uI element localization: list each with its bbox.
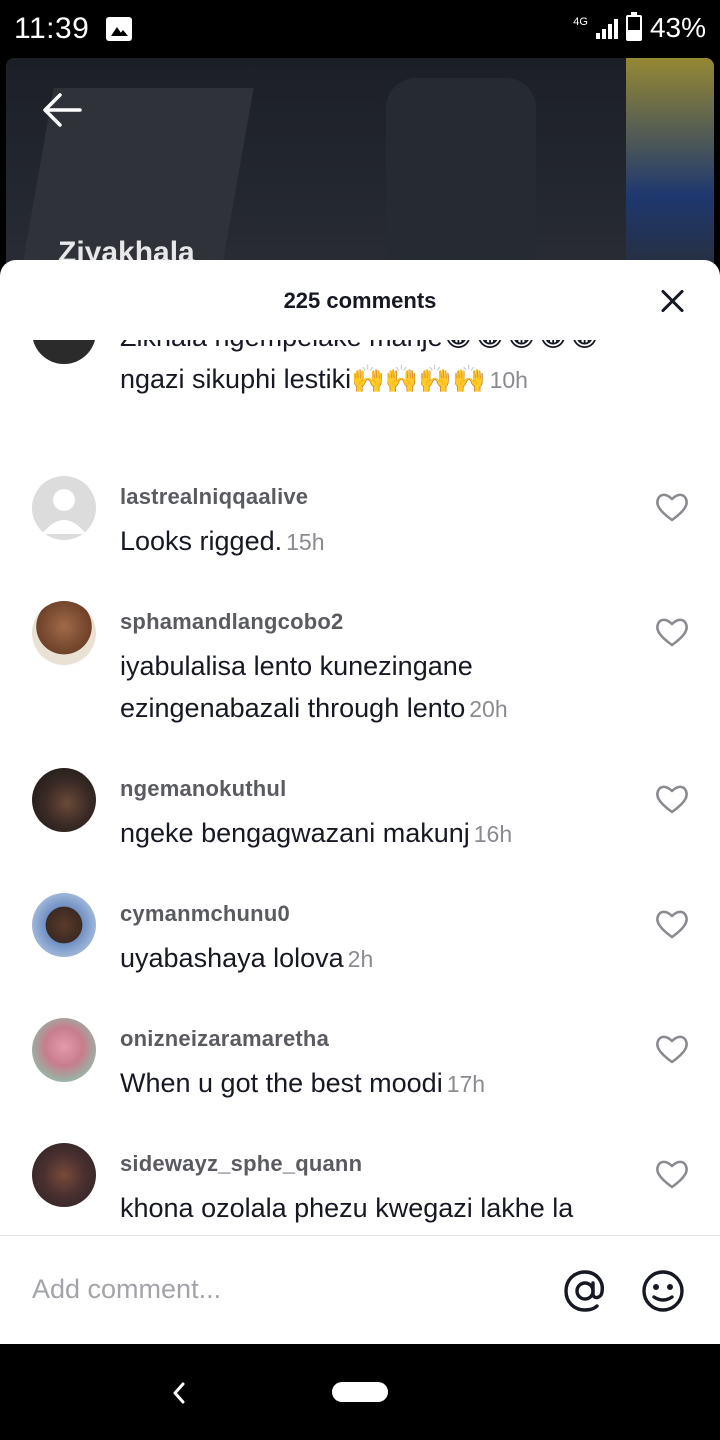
system-nav-bar bbox=[0, 1344, 720, 1440]
comment-text: Zikhala ngempelake manje😂😂😂😂😂ngazi sikup… bbox=[120, 340, 600, 394]
sheet-header: 225 comments bbox=[0, 260, 720, 340]
network-type: 4G bbox=[573, 16, 588, 28]
back-arrow-icon[interactable] bbox=[40, 88, 84, 132]
at-icon[interactable] bbox=[562, 1268, 608, 1314]
comment-time: 16h bbox=[473, 821, 513, 847]
emoji-icon[interactable] bbox=[640, 1268, 686, 1314]
comment-username[interactable]: ngemanokuthul bbox=[120, 776, 286, 802]
heart-icon[interactable] bbox=[654, 907, 690, 941]
avatar[interactable] bbox=[32, 768, 96, 832]
avatar[interactable] bbox=[32, 601, 96, 665]
status-indicators: 4G 43% bbox=[573, 12, 706, 44]
comment-input-bar: Add comment... bbox=[0, 1235, 720, 1344]
heart-icon[interactable] bbox=[654, 615, 690, 649]
status-bar: 11:39 4G 43% bbox=[0, 0, 720, 60]
avatar[interactable] bbox=[32, 476, 96, 540]
comment-text: khona ozolala phezu kwegazi lakhe la bbox=[120, 1193, 574, 1223]
close-icon[interactable] bbox=[660, 288, 686, 314]
comments-list[interactable]: Zikhala ngempelake manje😂😂😂😂😂ngazi sikup… bbox=[0, 340, 720, 1234]
comment-text: ngeke bengagwazani makunj 16h bbox=[120, 818, 513, 848]
battery-percent: 43% bbox=[649, 12, 706, 43]
comment-username[interactable]: sidewayz_sphe_quann bbox=[120, 1151, 362, 1177]
signal-icon bbox=[595, 17, 618, 39]
comment-text: uyabashaya lolova 2h bbox=[120, 943, 374, 973]
avatar[interactable] bbox=[32, 340, 96, 364]
heart-icon[interactable] bbox=[654, 782, 690, 816]
image-icon bbox=[106, 17, 132, 41]
comment-input[interactable]: Add comment... bbox=[32, 1274, 221, 1305]
comment-username[interactable]: cymanmchunu0 bbox=[120, 901, 290, 927]
comment-time: 10h bbox=[489, 367, 528, 393]
comment-time: 2h bbox=[347, 946, 374, 972]
comments-count-title: 225 comments bbox=[283, 288, 437, 313]
avatar[interactable] bbox=[32, 1018, 96, 1082]
avatar[interactable] bbox=[32, 893, 96, 957]
screen: 11:39 4G 43% Ziyakhala 225 comments ngaz… bbox=[0, 0, 720, 1440]
comment-username[interactable]: sphamandlangcobo2 bbox=[120, 609, 343, 635]
comment-time: 15h bbox=[286, 529, 325, 555]
comment-username[interactable]: lastrealniqqaalive bbox=[120, 484, 308, 510]
avatar[interactable] bbox=[32, 1143, 96, 1207]
comment-time: 17h bbox=[446, 1071, 486, 1097]
heart-icon[interactable] bbox=[654, 490, 690, 524]
battery-icon bbox=[625, 12, 642, 41]
heart-icon[interactable] bbox=[654, 1032, 690, 1066]
comment-username[interactable]: onizneizaramaretha bbox=[120, 1026, 329, 1052]
status-time: 11:39 bbox=[14, 12, 90, 45]
comments-sheet: 225 comments Zikhala ngempelake manje😂😂😂… bbox=[0, 260, 720, 1344]
comment-text: iyabulalisa lento kunezingane ezingenaba… bbox=[120, 651, 508, 723]
home-pill-icon[interactable] bbox=[332, 1382, 388, 1402]
nav-back-icon[interactable] bbox=[168, 1380, 190, 1406]
comment-time: 20h bbox=[469, 696, 508, 722]
comment-text: When u got the best moodi 17h bbox=[120, 1068, 486, 1098]
comment-text: Looks rigged. 15h bbox=[120, 526, 325, 556]
heart-icon[interactable] bbox=[654, 1157, 690, 1191]
